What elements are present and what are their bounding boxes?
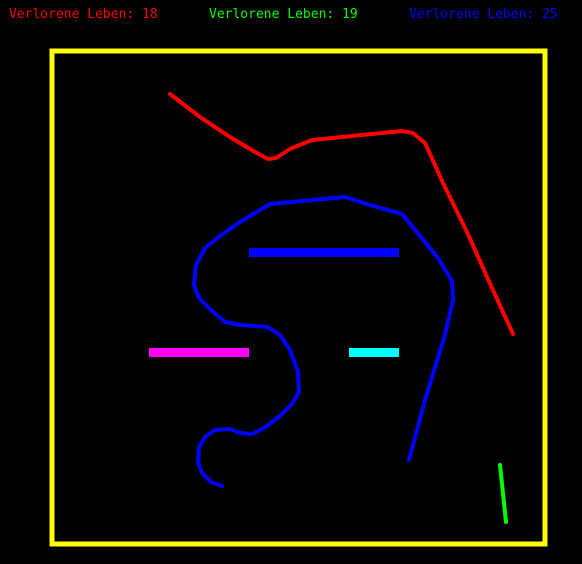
cyan-obstacle-bar [349,348,399,357]
game-arena [49,48,548,547]
arena-border [49,48,548,547]
magenta-obstacle-bar [149,348,249,357]
red-snake-trail [168,92,515,336]
blue-snake-trail [192,195,455,488]
green-snake-trail [498,463,508,524]
blue-obstacle-bar [249,248,399,257]
